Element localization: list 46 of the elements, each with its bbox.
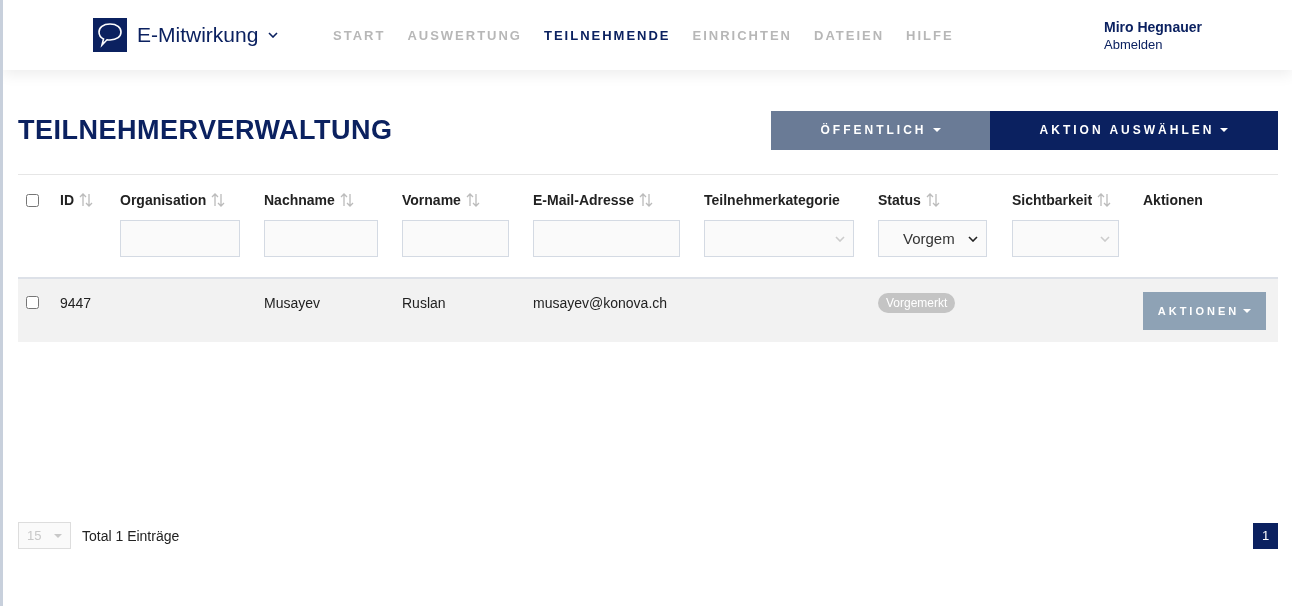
caret-icon	[932, 128, 941, 132]
column-header: Status	[878, 192, 921, 208]
chevron-down-icon	[268, 32, 279, 38]
filter-field[interactable]	[120, 220, 240, 257]
logout-link[interactable]: Abmelden	[1104, 36, 1202, 52]
table-cell-text: Musayev	[264, 294, 322, 311]
total-entries: Total 1 Einträge	[82, 527, 181, 544]
sort-icon[interactable]	[78, 192, 94, 208]
table-cell-text: 9447	[60, 294, 93, 311]
page-title: TEILNEHMERVERWALTUNG	[18, 114, 393, 146]
column-header: E-Mail-Adresse	[533, 192, 635, 208]
dropdown-button[interactable]: ÖFFENTLICH	[771, 110, 990, 150]
row-checkbox[interactable]	[26, 296, 39, 309]
user-name: Miro Hegnauer	[1104, 18, 1202, 35]
status-badge: Vorgemerkt	[878, 293, 956, 313]
column-header: Vorname	[402, 192, 461, 208]
filter-select[interactable]: Vorgem	[878, 220, 987, 257]
page-button[interactable]: 1	[1253, 522, 1278, 549]
table-cell-text: Ruslan	[402, 294, 447, 311]
column-header: ID	[60, 192, 74, 208]
select-all-checkbox[interactable]	[26, 194, 39, 207]
filter-field[interactable]	[533, 220, 680, 257]
column-header: Teilnehmerkategorie	[704, 192, 840, 208]
caret-icon	[54, 533, 62, 538]
caret-icon	[1220, 128, 1229, 132]
dropdown-button[interactable]: AKTION AUSWÄHLEN	[990, 110, 1278, 150]
filter-field[interactable]	[402, 220, 509, 257]
column-header: Sichtbarkeit	[1012, 192, 1093, 208]
actions-button[interactable]: AKTIONEN	[1143, 292, 1266, 330]
table-cell-text: musayev@konova.ch	[533, 294, 669, 311]
chevron-down-icon	[835, 235, 845, 242]
chevron-down-icon	[968, 235, 978, 242]
speech-bubble-logo-icon[interactable]	[93, 18, 127, 52]
column-header: Organisation	[120, 192, 207, 208]
sort-icon[interactable]	[638, 192, 655, 208]
sort-icon[interactable]	[464, 192, 481, 208]
nav-link[interactable]: TEILNEHMENDE	[544, 27, 671, 43]
sort-icon[interactable]	[210, 192, 227, 208]
app-name[interactable]: E-Mitwirkung	[137, 23, 259, 47]
column-header: Nachname	[264, 192, 335, 208]
filter-field[interactable]	[264, 220, 378, 257]
sort-icon[interactable]	[338, 192, 355, 208]
sort-icon[interactable]	[924, 192, 941, 208]
caret-icon	[1243, 309, 1252, 313]
column-header: Aktionen	[1143, 192, 1203, 208]
chevron-down-icon	[1100, 235, 1110, 242]
